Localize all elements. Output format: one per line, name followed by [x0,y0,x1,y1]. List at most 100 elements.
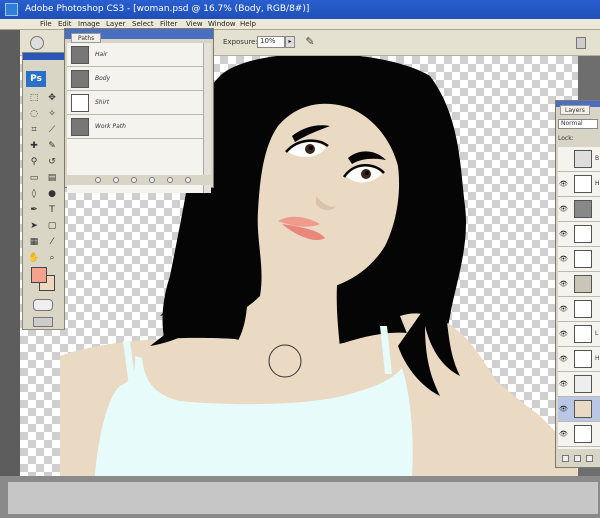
path-item-body[interactable]: Body [67,67,203,91]
layer-row[interactable]: 👁 H [558,172,600,197]
status-bar [8,482,598,514]
zoom-tool-icon[interactable]: ⌕ [45,251,59,265]
visibility-eye-icon[interactable]: 👁 [559,230,568,238]
type-tool-icon[interactable]: T [45,203,59,217]
path-thumbnail [71,46,89,64]
left-workspace-edge [0,30,20,476]
link-layers-icon[interactable] [562,455,569,462]
layer-row-selected[interactable]: 👁 [558,397,600,422]
path-thumbnail [71,94,89,112]
layer-style-icon[interactable] [574,455,581,462]
menu-select[interactable]: Select [132,20,154,28]
status-area [0,476,600,518]
dodge-tool-icon[interactable]: ● [45,187,59,201]
delete-path-icon[interactable] [185,177,191,183]
path-item-work-path[interactable]: Work Path [67,115,203,139]
visibility-eye-icon[interactable]: 👁 [559,330,568,338]
healing-brush-tool-icon[interactable]: ✚ [27,139,41,153]
layer-thumbnail [574,175,592,193]
menu-layer[interactable]: Layer [106,20,126,28]
foreground-color-swatch[interactable] [31,267,47,283]
layer-row[interactable]: 👁 [558,422,600,447]
layers-list: B 👁 H 👁 👁 👁 👁 👁 👁 L 👁 H 👁 👁 👁 [558,147,600,449]
path-item-shirt[interactable]: Shirt [67,91,203,115]
layers-tab[interactable]: Layers [560,105,590,115]
airbrush-icon[interactable]: ✎ [303,35,317,49]
visibility-eye-icon[interactable]: 👁 [559,255,568,263]
menu-filter[interactable]: Filter [160,20,177,28]
tool-preset-icon[interactable] [30,36,44,50]
visibility-eye-icon[interactable]: 👁 [559,205,568,213]
notes-tool-icon[interactable]: ▦ [27,235,41,249]
lasso-tool-icon[interactable]: ◌ [27,107,41,121]
stroke-path-icon[interactable] [113,177,119,183]
layer-thumbnail [574,375,592,393]
clone-stamp-tool-icon[interactable]: ⚲ [27,155,41,169]
eyedropper-tool-icon[interactable]: ⁄ [45,235,59,249]
layer-row[interactable]: 👁 [558,247,600,272]
paths-scrollbar[interactable] [203,43,211,193]
menu-image[interactable]: Image [78,20,100,28]
menu-view[interactable]: View [186,20,203,28]
layer-row[interactable]: 👁 [558,197,600,222]
exposure-dropdown-icon[interactable]: ▸ [285,36,295,48]
layer-group-row[interactable]: 👁 [558,272,600,297]
visibility-eye-icon[interactable]: 👁 [559,280,568,288]
move-tool-icon[interactable]: ✥ [45,91,59,105]
quick-mask-icon[interactable] [33,299,53,311]
layer-thumbnail [574,350,592,368]
paths-panel: Paths ▸≡ Hair Body Shirt Work Path [64,28,214,193]
make-work-path-icon[interactable] [149,177,155,183]
menu-help[interactable]: Help [240,20,256,28]
visibility-eye-icon[interactable]: 👁 [559,355,568,363]
crop-tool-icon[interactable]: ⌗ [27,123,41,137]
fill-path-icon[interactable] [95,177,101,183]
shape-tool-icon[interactable]: ▢ [45,219,59,233]
lock-label: Lock: [558,135,574,142]
layer-row[interactable]: 👁 [558,222,600,247]
layer-row[interactable]: 👁 H [558,347,600,372]
menu-file[interactable]: File [40,20,52,28]
visibility-eye-icon[interactable]: 👁 [559,430,568,438]
visibility-eye-icon[interactable]: 👁 [559,405,568,413]
layer-thumbnail [574,300,592,318]
tools-palette-header[interactable] [23,53,64,60]
blur-tool-icon[interactable]: ◊ [27,187,41,201]
screen-mode-icon[interactable] [33,317,53,327]
layers-panel-footer [558,453,600,465]
layer-name: H [595,355,600,362]
brush-tool-icon[interactable]: ✎ [45,139,59,153]
paths-tab[interactable]: Paths [71,33,102,43]
slice-tool-icon[interactable]: ⟋ [45,123,59,137]
layers-panel: Layers Normal Lock: B 👁 H 👁 👁 👁 👁 👁 👁 L … [555,100,600,468]
menu-edit[interactable]: Edit [58,20,72,28]
path-item-hair[interactable]: Hair [67,43,203,67]
layer-thumbnail [574,225,592,243]
ps-logo: Ps [26,71,46,87]
visibility-eye-icon[interactable]: 👁 [559,180,568,188]
layer-row[interactable]: 👁 [558,372,600,397]
load-selection-icon[interactable] [131,177,137,183]
blend-mode-select[interactable]: Normal [558,119,598,129]
palette-well-icon[interactable] [576,37,586,49]
exposure-input[interactable]: 10% [257,36,285,48]
magic-wand-tool-icon[interactable]: ✧ [45,107,59,121]
history-brush-tool-icon[interactable]: ↺ [45,155,59,169]
visibility-eye-icon[interactable]: 👁 [559,380,568,388]
layer-mask-icon[interactable] [586,455,593,462]
visibility-eye-icon[interactable]: 👁 [559,305,568,313]
eraser-tool-icon[interactable]: ▭ [27,171,41,185]
path-name: Hair [95,51,108,58]
menu-window[interactable]: Window [208,20,236,28]
layer-row[interactable]: B [558,147,600,172]
layer-row[interactable]: 👁 [558,297,600,322]
folder-icon [574,275,592,293]
hand-tool-icon[interactable]: ✋ [27,251,41,265]
pen-tool-icon[interactable]: ✒ [27,203,41,217]
new-path-icon[interactable] [167,177,173,183]
gradient-tool-icon[interactable]: ▤ [45,171,59,185]
layer-thumbnail [574,150,592,168]
layer-row[interactable]: 👁 L [558,322,600,347]
path-selection-tool-icon[interactable]: ➤ [27,219,41,233]
marquee-tool-icon[interactable]: ⬚ [27,91,41,105]
